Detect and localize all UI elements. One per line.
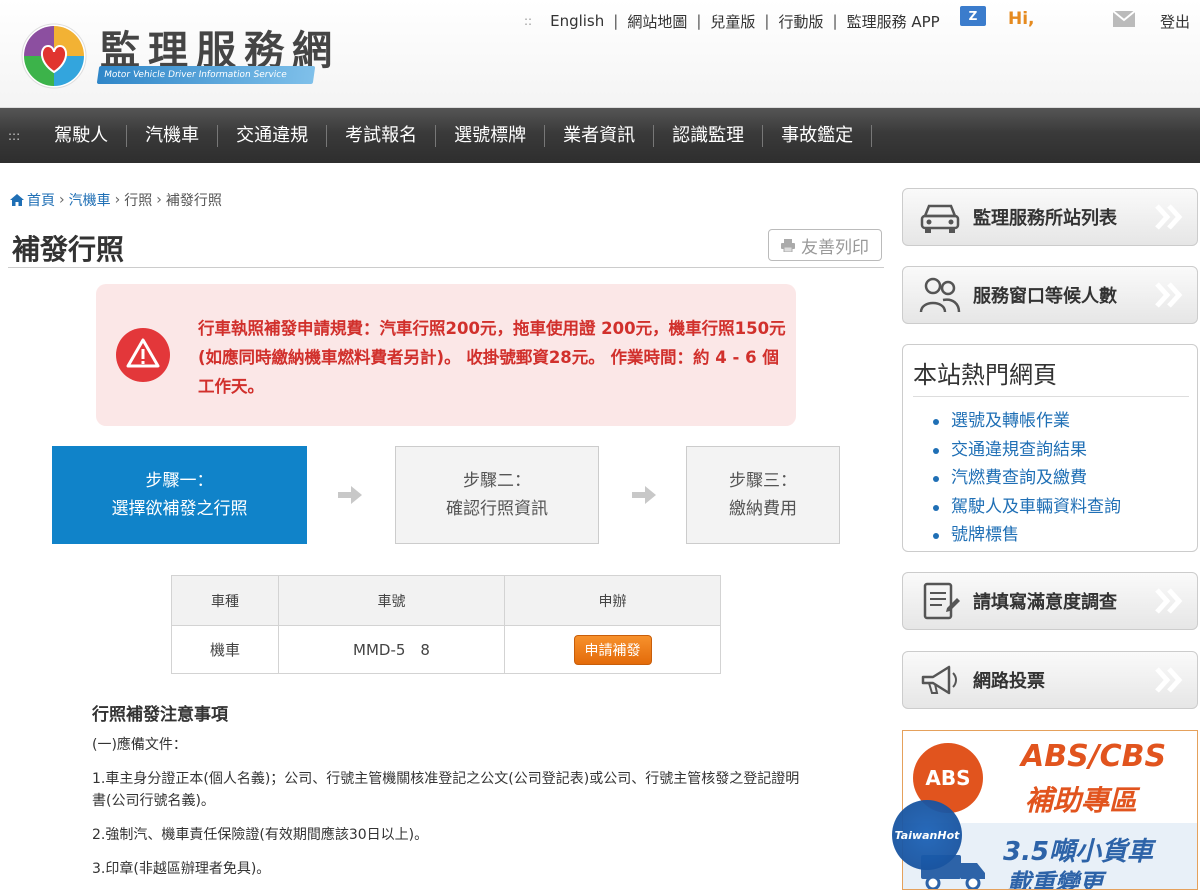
notes-item: 3.印章(非越區辦理者免具)。	[92, 861, 271, 877]
step-3: 步驟三： 繳納費用	[686, 446, 840, 544]
site-subtitle: Motor Vehicle Driver Information Service	[96, 66, 316, 84]
site-header: 監理服務網 Motor Vehicle Driver Information S…	[0, 0, 1200, 108]
link-mobile[interactable]: 行動版	[778, 11, 823, 32]
popular-link[interactable]: 號牌標售	[933, 521, 1197, 550]
banner-title: ABS/CBS	[1021, 739, 1167, 774]
step-2: 步驟二： 確認行照資訊	[395, 446, 599, 544]
link-english[interactable]: English	[550, 12, 604, 30]
popular-link[interactable]: 駕駛人及車輛資料查詢	[933, 493, 1197, 522]
car-icon	[920, 204, 960, 233]
nav-accesskey-dots[interactable]: :::	[8, 129, 20, 143]
step-1-desc: 選擇欲補發之行照	[111, 499, 248, 519]
warning-icon	[116, 328, 170, 382]
breadcrumb-vehicle[interactable]: 汽機車	[69, 190, 111, 210]
link-app[interactable]: 監理服務 APP	[847, 11, 940, 32]
step-1: 步驟一： 選擇欲補發之行照	[52, 446, 307, 544]
language-switch-icon[interactable]: Z	[960, 6, 986, 26]
breadcrumb-separator: ›	[114, 192, 121, 208]
title-divider	[8, 267, 884, 268]
popular-pages-title: 本站熱門網頁	[913, 355, 1189, 397]
print-label: 友善列印	[801, 237, 869, 258]
fee-alert: 行車執照補發申請規費：汽車行照200元，拖車使用證 200元，機車行照150元(…	[96, 284, 796, 426]
megaphone-icon	[921, 665, 957, 695]
nav-item-plate[interactable]: 選號標牌	[436, 124, 546, 147]
column-header-action: 申辦	[504, 575, 721, 626]
sidebar-button-survey[interactable]: 請填寫滿意度調查	[902, 572, 1198, 630]
logout-link[interactable]: 登出	[1160, 11, 1190, 32]
popular-link[interactable]: 選號及轉帳作業	[933, 407, 1197, 436]
sidebar-button-label: 請填寫滿意度調查	[973, 592, 1117, 613]
double-chevron-right-icon	[1155, 282, 1183, 308]
table-row: 機車 MMD-5 8 申請補發	[171, 625, 721, 674]
nav-item-driver[interactable]: 駕駛人	[36, 124, 128, 147]
double-chevron-right-icon	[1155, 667, 1183, 693]
notes-item: 1.車主身分證正本(個人名義)；公司、行號主管機關核准登記之公文(公司登記表)或…	[92, 771, 800, 809]
arrow-right-icon	[632, 486, 656, 504]
apply-reissue-button[interactable]: 申請補發	[573, 634, 652, 665]
breadcrumb-separator: ›	[59, 192, 65, 208]
popular-link[interactable]: 交通違規查詢結果	[933, 436, 1197, 465]
sidebar-button-stations[interactable]: 監理服務所站列表	[902, 188, 1198, 246]
cell-vehicle-type: 機車	[171, 625, 279, 674]
nav-item-accident[interactable]: 事故鑑定	[763, 124, 873, 147]
popular-pages-list: 選號及轉帳作業 交通違規查詢結果 汽燃費查詢及繳費 駕駛人及車輛資料查詢 號牌標…	[933, 407, 1197, 550]
printer-icon	[781, 238, 795, 252]
watermark-logo: TaiwanHot	[892, 800, 962, 870]
home-icon	[10, 194, 24, 206]
site-logo[interactable]	[20, 22, 88, 90]
breadcrumb-home[interactable]: 首頁	[27, 190, 55, 210]
sidebar-button-label: 網路投票	[973, 671, 1045, 692]
nav-item-vehicle[interactable]: 汽機車	[127, 124, 219, 147]
column-header-type: 車種	[171, 575, 279, 626]
column-header-plate: 車號	[278, 575, 505, 626]
banner-subtitle: 補助專區	[1025, 784, 1138, 817]
sidebar-button-label: 服務窗口等候人數	[973, 286, 1117, 307]
print-button[interactable]: 友善列印	[768, 229, 882, 261]
notes-heading: 行照補發注意事項	[92, 705, 228, 725]
double-chevron-right-icon	[1155, 588, 1183, 614]
link-sitemap[interactable]: 網站地圖	[627, 11, 687, 32]
popular-pages-box: 本站熱門網頁 選號及轉帳作業 交通違規查詢結果 汽燃費查詢及繳費 駕駛人及車輛資…	[902, 344, 1198, 552]
cell-plate-number: MMD-5 8	[278, 625, 505, 674]
step-2-desc: 確認行照資訊	[446, 499, 548, 519]
step-3-desc: 繳納費用	[729, 499, 797, 519]
people-icon	[919, 277, 961, 313]
main-nav: ::: 駕駛人 汽機車 交通違規 考試報名 選號標牌 業者資訊 認識監理 事故鑑…	[0, 108, 1200, 163]
sidebar-button-label: 監理服務所站列表	[973, 208, 1117, 229]
link-separator: |	[832, 12, 838, 30]
breadcrumb-license: 行照	[124, 193, 153, 209]
step-3-title: 步驟三：	[729, 471, 797, 491]
sidebar-button-queue[interactable]: 服務窗口等候人數	[902, 266, 1198, 324]
arrow-right-icon	[338, 486, 362, 504]
nav-item-business[interactable]: 業者資訊	[545, 124, 655, 147]
clipboard-icon	[923, 582, 960, 620]
cell-action: 申請補發	[504, 625, 721, 674]
link-separator: |	[613, 12, 619, 30]
link-separator: |	[764, 12, 770, 30]
mail-icon[interactable]	[1112, 10, 1136, 28]
breadcrumb-separator: ›	[156, 192, 162, 208]
vehicle-table: 車種 車號 申辦 機車 MMD-5 8 申請補發	[171, 575, 721, 674]
nav-item-about[interactable]: 認識監理	[654, 124, 764, 147]
link-separator: |	[696, 12, 702, 30]
double-chevron-right-icon	[1155, 204, 1183, 230]
breadcrumb-current: 補發行照	[165, 193, 222, 209]
notes-item: 2.強制汽、機車責任保險證(有效期間應該30日以上)。	[92, 827, 429, 843]
nav-item-exam[interactable]: 考試報名	[327, 124, 437, 147]
page-title: 補發行照	[12, 233, 125, 266]
banner-subtitle: 載重變更	[1007, 869, 1103, 890]
breadcrumb: 首頁 › 汽機車 › 行照 › 補發行照	[10, 190, 222, 210]
popular-link[interactable]: 汽燃費查詢及繳費	[933, 464, 1197, 493]
alert-text: 行車執照補發申請規費：汽車行照200元，拖車使用證 200元，機車行照150元(…	[198, 319, 786, 396]
notes-section: 行照補發注意事項 (一)應備文件： 1.車主身分證正本(個人名義)；公司、行號主…	[92, 704, 812, 890]
top-links: :: English | 網站地圖 | 兒童版 | 行動版 | 監理服務 APP	[524, 10, 940, 32]
step-2-title: 步驟二：	[463, 471, 531, 491]
notes-item: (一)應備文件：	[92, 737, 187, 753]
nav-item-violation[interactable]: 交通違規	[218, 124, 328, 147]
link-kids[interactable]: 兒童版	[710, 11, 755, 32]
accesskey-dots[interactable]: ::	[524, 14, 532, 28]
sidebar-button-vote[interactable]: 網路投票	[902, 651, 1198, 709]
user-greeting: Hi,	[1008, 9, 1035, 29]
step-1-title: 步驟一：	[145, 471, 214, 491]
